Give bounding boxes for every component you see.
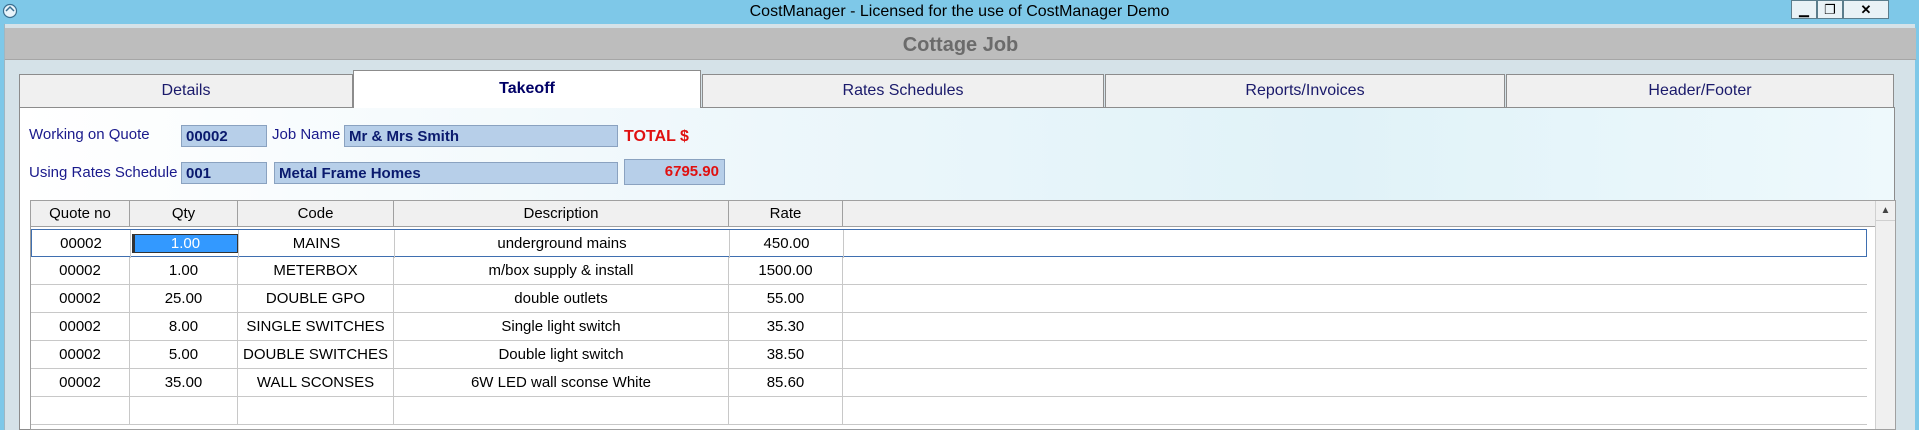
table-row[interactable]: 00002 8.00 SINGLE SWITCHES Single light swi… — [31, 313, 1867, 341]
cell-rate[interactable]: 1500.00 — [729, 257, 843, 285]
cell-code[interactable] — [238, 397, 394, 425]
cell-description[interactable]: double outlets — [394, 285, 729, 313]
cell-rate[interactable]: 38.50 — [729, 341, 843, 369]
column-header-rate[interactable]: Rate — [729, 201, 843, 227]
cell-code[interactable]: DOUBLE GPO — [238, 285, 394, 313]
tab-rates-schedules[interactable]: Rates Schedules — [702, 74, 1104, 107]
close-button[interactable]: ✕ — [1843, 0, 1889, 19]
tab-label: Rates Schedules — [842, 82, 964, 99]
rates-schedule-label: Using Rates Schedule — [29, 164, 178, 181]
cell-description[interactable]: Double light switch — [394, 341, 729, 369]
vertical-scrollbar[interactable]: ▲ — [1875, 201, 1895, 429]
job-header: Cottage Job — [5, 28, 1916, 60]
tab-reports-invoices[interactable]: Reports/Invoices — [1105, 74, 1505, 107]
cell-code[interactable]: DOUBLE SWITCHES — [238, 341, 394, 369]
cell-code[interactable]: SINGLE SWITCHES — [238, 313, 394, 341]
cell-code[interactable]: WALL SCONSES — [238, 369, 394, 397]
cell-qty[interactable]: 1.00 — [131, 230, 239, 258]
column-header-quote-no[interactable]: Quote no — [31, 201, 130, 227]
cell-quote-no[interactable]: 00002 — [31, 341, 130, 369]
cell-rate[interactable]: 55.00 — [729, 285, 843, 313]
takeoff-grid[interactable]: Quote no Qty Code Description Rate 00002… — [30, 200, 1896, 430]
cell-description[interactable]: m/box supply & install — [394, 257, 729, 285]
column-header-code[interactable]: Code — [238, 201, 394, 227]
window-title: CostManager - Licensed for the use of Co… — [749, 3, 1170, 20]
column-header-qty[interactable]: Qty — [130, 201, 238, 227]
cell-code[interactable]: MAINS — [239, 230, 395, 258]
cell-rate[interactable]: 85.60 — [729, 369, 843, 397]
job-title: Cottage Job — [902, 34, 1019, 56]
cell-description[interactable]: 6W LED wall sconse White — [394, 369, 729, 397]
column-header-description[interactable]: Description — [394, 201, 729, 227]
title-bar: CostManager - Licensed for the use of Co… — [0, 0, 1919, 24]
cell-rate[interactable]: 35.30 — [729, 313, 843, 341]
tab-label: Reports/Invoices — [1245, 82, 1365, 99]
table-row[interactable]: 00002 1.00 METERBOX m/box supply & install 1… — [31, 257, 1867, 285]
qty-edit-input[interactable]: 1.00 — [131, 234, 238, 253]
table-row[interactable]: 00002 1.00 MAINS underground mains 450.00 — [31, 229, 1867, 258]
tab-takeoff[interactable]: Takeoff — [353, 70, 701, 108]
cell-quote-no[interactable]: 00002 — [31, 257, 130, 285]
cell-description[interactable] — [394, 397, 729, 425]
total-label: TOTAL $ — [624, 128, 689, 145]
cell-qty[interactable]: 25.00 — [130, 285, 238, 313]
window-controls: ▁ ❐ ✕ — [1791, 0, 1889, 19]
cell-rate[interactable] — [729, 397, 843, 425]
table-row[interactable] — [31, 397, 1867, 425]
job-name-label: Job Name — [272, 126, 341, 143]
cell-description[interactable]: Single light switch — [394, 313, 729, 341]
tab-label: Header/Footer — [1648, 82, 1752, 99]
cell-qty[interactable]: 8.00 — [130, 313, 238, 341]
quote-number-field[interactable]: 00002 — [181, 125, 267, 147]
tab-label: Details — [161, 82, 211, 99]
cell-qty[interactable]: 5.00 — [130, 341, 238, 369]
scroll-up-icon[interactable]: ▲ — [1876, 201, 1895, 221]
table-row[interactable]: 00002 35.00 WALL SCONSES 6W LED wall sconse… — [31, 369, 1867, 397]
rates-schedule-name-field[interactable]: Metal Frame Homes — [274, 162, 618, 184]
cell-code[interactable]: METERBOX — [238, 257, 394, 285]
cell-quote-no[interactable] — [31, 397, 130, 425]
grid-header: Quote no Qty Code Description Rate — [31, 201, 1875, 227]
tab-header-footer[interactable]: Header/Footer — [1506, 74, 1894, 107]
cell-quote-no[interactable]: 00002 — [31, 369, 130, 397]
tab-details[interactable]: Details — [19, 74, 353, 107]
restore-button[interactable]: ❐ — [1817, 0, 1843, 19]
minimize-button[interactable]: ▁ — [1791, 0, 1817, 19]
cell-quote-no[interactable]: 00002 — [31, 313, 130, 341]
cell-rate[interactable]: 450.00 — [730, 230, 844, 258]
rates-schedule-code-field[interactable]: 001 — [181, 162, 267, 184]
cell-quote-no[interactable]: 00002 — [32, 230, 131, 258]
cell-qty[interactable] — [130, 397, 238, 425]
job-name-field[interactable]: Mr & Mrs Smith — [344, 125, 618, 147]
quote-label: Working on Quote — [29, 126, 150, 143]
cell-quote-no[interactable]: 00002 — [31, 285, 130, 313]
total-value: 6795.90 — [624, 159, 725, 185]
cell-description[interactable]: underground mains — [395, 230, 730, 258]
cell-qty[interactable]: 35.00 — [130, 369, 238, 397]
tab-label: Takeoff — [499, 80, 555, 97]
table-row[interactable]: 00002 5.00 DOUBLE SWITCHES Double light swi… — [31, 341, 1867, 369]
cell-qty[interactable]: 1.00 — [130, 257, 238, 285]
table-row[interactable]: 00002 25.00 DOUBLE GPO double outlets 55.00 — [31, 285, 1867, 313]
